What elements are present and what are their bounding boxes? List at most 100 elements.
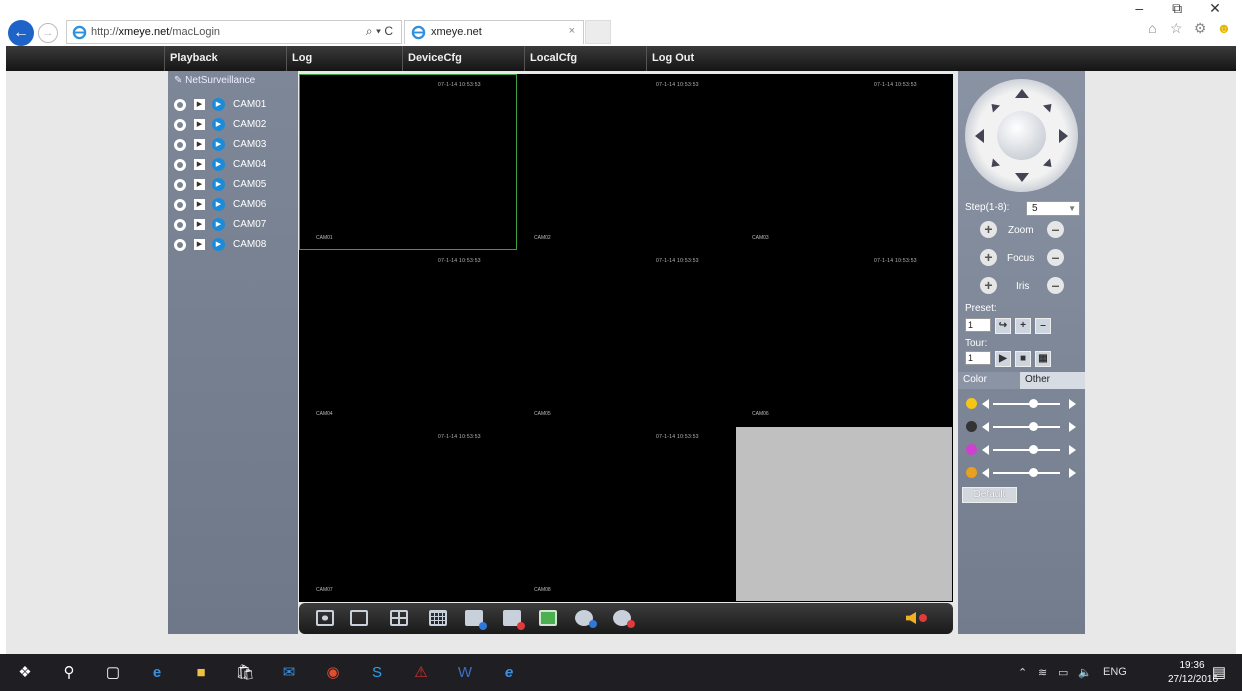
video-cell[interactable] bbox=[735, 426, 953, 602]
restore-button[interactable]: ⧉ bbox=[1160, 0, 1194, 17]
search-refresh-icon[interactable]: ⌕ ▾ C bbox=[366, 24, 393, 39]
volume-icon[interactable] bbox=[906, 612, 934, 626]
slider-track[interactable] bbox=[993, 449, 1060, 451]
preset-remove-button[interactable]: – bbox=[1035, 318, 1051, 334]
slider-track[interactable] bbox=[993, 472, 1060, 474]
record-icon[interactable]: ▶ bbox=[194, 119, 205, 130]
arrow-up-right-icon[interactable] bbox=[1042, 100, 1056, 113]
zoom-in-button[interactable]: + bbox=[980, 221, 997, 238]
tour-play-button[interactable]: ▶ bbox=[995, 351, 1011, 367]
single-view-icon[interactable] bbox=[350, 610, 368, 626]
close-window-button[interactable]: ✕ bbox=[1198, 0, 1232, 17]
play-icon[interactable]: ▶ bbox=[212, 118, 225, 131]
notifications-icon[interactable]: ▤ bbox=[1208, 662, 1230, 684]
task-view-icon[interactable]: ▢ bbox=[102, 662, 124, 684]
slider-right-arrow-icon[interactable] bbox=[1069, 445, 1076, 455]
skype-icon[interactable]: S bbox=[366, 662, 388, 684]
connect-icon[interactable] bbox=[174, 159, 186, 171]
nine-view-icon[interactable] bbox=[429, 610, 447, 626]
tray-chevron-icon[interactable]: ⌃ bbox=[1018, 666, 1027, 679]
snapshot-icon[interactable] bbox=[539, 610, 557, 626]
play-icon[interactable]: ▶ bbox=[212, 198, 225, 211]
connect-icon[interactable] bbox=[174, 199, 186, 211]
record-icon[interactable]: ▶ bbox=[194, 99, 205, 110]
record-icon[interactable]: ▶ bbox=[194, 179, 205, 190]
camera-item[interactable]: ▶ ▶ CAM04 bbox=[174, 156, 294, 174]
preset-input[interactable]: 1 bbox=[965, 318, 991, 332]
browser-tab[interactable]: xmeye.net × bbox=[404, 20, 584, 44]
internet-explorer-icon[interactable]: e bbox=[498, 662, 520, 684]
connect-icon[interactable] bbox=[174, 119, 186, 131]
tour-input[interactable]: 1 bbox=[965, 351, 991, 365]
connect-icon[interactable] bbox=[174, 139, 186, 151]
connect-icon[interactable] bbox=[174, 219, 186, 231]
slider-left-arrow-icon[interactable] bbox=[982, 468, 989, 478]
saturation-slider[interactable] bbox=[966, 444, 1076, 456]
video-cell[interactable]: 07-1-14 10:53:53 CAM03 bbox=[735, 74, 953, 250]
menu-devicecfg[interactable]: DeviceCfg bbox=[402, 46, 524, 71]
record-icon[interactable]: ▶ bbox=[194, 199, 205, 210]
ptz-direction-pad[interactable] bbox=[965, 79, 1078, 192]
slider-track[interactable] bbox=[993, 426, 1060, 428]
video-cell[interactable]: 07-1-14 10:53:53 CAM02 bbox=[517, 74, 735, 250]
chrome-icon[interactable]: ◉ bbox=[322, 662, 344, 684]
network-icon[interactable]: ≋ bbox=[1038, 666, 1047, 679]
pdf-reader-icon[interactable]: ⚠ bbox=[410, 662, 432, 684]
word-icon[interactable]: W bbox=[454, 662, 476, 684]
camera-item[interactable]: ▶ ▶ CAM01 bbox=[174, 96, 294, 114]
slider-thumb[interactable] bbox=[1028, 445, 1038, 454]
slider-left-arrow-icon[interactable] bbox=[982, 422, 989, 432]
back-arrow-icon[interactable]: ← bbox=[8, 20, 34, 46]
store-icon[interactable]: 🛍 bbox=[234, 662, 256, 684]
outlook-icon[interactable]: ✉ bbox=[278, 662, 300, 684]
focus-in-button[interactable]: + bbox=[980, 249, 997, 266]
battery-icon[interactable]: ▭ bbox=[1058, 666, 1068, 679]
video-cell[interactable]: 07-1-14 10:53:53 CAM05 bbox=[517, 250, 735, 426]
iris-open-button[interactable]: + bbox=[980, 277, 997, 294]
arrow-up-left-icon[interactable] bbox=[987, 100, 1001, 113]
arrow-up-icon[interactable] bbox=[1015, 89, 1029, 98]
arrow-down-icon[interactable] bbox=[1015, 173, 1029, 182]
camera-item[interactable]: ▶ ▶ CAM06 bbox=[174, 196, 294, 214]
default-button[interactable]: Default bbox=[962, 487, 1017, 503]
record-icon[interactable]: ▶ bbox=[194, 219, 205, 230]
file-explorer-icon[interactable]: ■ bbox=[190, 662, 212, 684]
arrow-down-left-icon[interactable] bbox=[987, 158, 1001, 171]
record-all-icon[interactable] bbox=[575, 610, 597, 628]
menu-log[interactable]: Log bbox=[286, 46, 402, 71]
address-bar[interactable]: http://xmeye.net/macLogin ⌕ ▾ C bbox=[66, 20, 402, 44]
record-icon[interactable]: ▶ bbox=[194, 139, 205, 150]
brightness-slider[interactable] bbox=[966, 398, 1076, 410]
tab-close-icon[interactable]: × bbox=[569, 25, 575, 37]
new-tab-button[interactable] bbox=[585, 20, 611, 44]
play-icon[interactable]: ▶ bbox=[212, 158, 225, 171]
play-icon[interactable]: ▶ bbox=[212, 218, 225, 231]
quad-view-icon[interactable] bbox=[390, 610, 408, 626]
slider-left-arrow-icon[interactable] bbox=[982, 445, 989, 455]
camera-item[interactable]: ▶ ▶ CAM02 bbox=[174, 116, 294, 134]
slider-left-arrow-icon[interactable] bbox=[982, 399, 989, 409]
slider-right-arrow-icon[interactable] bbox=[1069, 422, 1076, 432]
slider-thumb[interactable] bbox=[1028, 422, 1038, 431]
menu-localcfg[interactable]: LocalCfg bbox=[524, 46, 646, 71]
minimize-button[interactable]: – bbox=[1122, 0, 1156, 16]
home-icon[interactable]: ⌂ bbox=[1142, 20, 1162, 36]
volume-tray-icon[interactable]: 🔈 bbox=[1078, 666, 1092, 679]
menu-playback[interactable]: Playback bbox=[164, 46, 286, 71]
slider-track[interactable] bbox=[993, 403, 1060, 405]
tree-root[interactable]: ✎ NetSurveillance bbox=[174, 75, 255, 86]
video-cell[interactable]: 07-1-14 10:53:53 CAM07 bbox=[299, 426, 517, 602]
tour-stop-button[interactable]: ■ bbox=[1015, 351, 1031, 367]
windows-start-icon[interactable]: ❖ bbox=[14, 662, 36, 684]
slider-right-arrow-icon[interactable] bbox=[1069, 468, 1076, 478]
play-icon[interactable]: ▶ bbox=[212, 238, 225, 251]
edge-icon[interactable]: e bbox=[146, 662, 168, 684]
fullscreen-icon[interactable] bbox=[316, 610, 334, 626]
record-icon[interactable]: ▶ bbox=[194, 239, 205, 250]
tab-other[interactable]: Other bbox=[1020, 372, 1085, 389]
preset-goto-button[interactable]: ↪ bbox=[995, 318, 1011, 334]
record-icon[interactable]: ▶ bbox=[194, 159, 205, 170]
smiley-icon[interactable]: ☻ bbox=[1214, 20, 1234, 36]
arrow-right-icon[interactable] bbox=[1059, 129, 1068, 143]
search-icon[interactable]: ⚲ bbox=[58, 662, 80, 684]
